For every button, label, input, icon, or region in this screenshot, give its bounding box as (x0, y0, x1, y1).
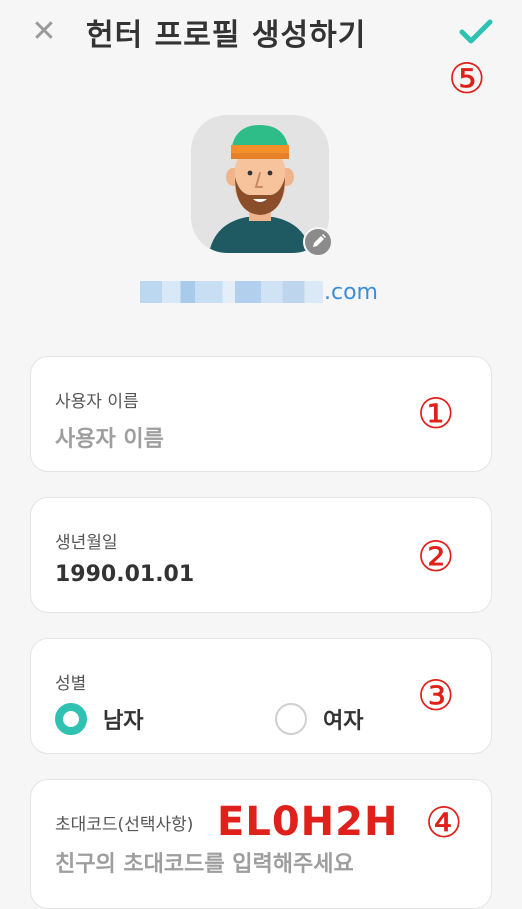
email-address: .com (140, 278, 378, 306)
gender-option-male[interactable]: 남자 (55, 703, 143, 735)
radio-unselected-icon (275, 703, 307, 735)
username-field[interactable]: 사용자 이름 사용자 이름 ① (30, 356, 492, 472)
profile-avatar[interactable] (191, 115, 333, 257)
birthdate-label: 생년월일 (55, 533, 118, 553)
annotation-1: ① (417, 389, 455, 438)
invite-code-input[interactable]: 친구의 초대코드를 입력해주세요 (55, 846, 354, 878)
email-suffix: .com (324, 279, 378, 305)
gender-option-female[interactable]: 여자 (275, 703, 363, 735)
email-redacted (140, 281, 323, 303)
birthdate-field[interactable]: 생년월일 1990.01.01 ② (30, 497, 492, 613)
close-button[interactable]: ✕ (28, 14, 60, 50)
annotation-3: ③ (417, 671, 455, 720)
invite-code-label: 초대코드(선택사항) (55, 815, 194, 835)
app-header: ✕ 헌터 프로필 생성하기 (0, 0, 522, 70)
username-label: 사용자 이름 (55, 392, 139, 412)
username-input[interactable]: 사용자 이름 (55, 421, 164, 453)
annotation-4: ④ (425, 798, 463, 847)
close-icon: ✕ (31, 14, 57, 49)
check-icon (459, 19, 493, 44)
edit-avatar-button[interactable] (303, 227, 333, 257)
annotation-2: ② (417, 532, 455, 581)
invite-code-value: EL0H2H (217, 799, 399, 845)
page-title: 헌터 프로필 생성하기 (86, 18, 367, 53)
birthdate-value[interactable]: 1990.01.01 (55, 562, 194, 587)
gender-option-label: 남자 (103, 709, 144, 734)
invite-code-field[interactable]: 초대코드(선택사항) EL0H2H ④ 친구의 초대코드를 입력해주세요 (30, 779, 492, 909)
pencil-icon (313, 234, 326, 247)
gender-field: 성별 남자 여자 ③ (30, 638, 492, 754)
gender-option-label: 여자 (323, 709, 364, 734)
confirm-button[interactable] (456, 12, 496, 52)
radio-selected-icon (55, 703, 87, 735)
annotation-5: ⑤ (448, 54, 486, 103)
gender-label: 성별 (55, 674, 87, 694)
